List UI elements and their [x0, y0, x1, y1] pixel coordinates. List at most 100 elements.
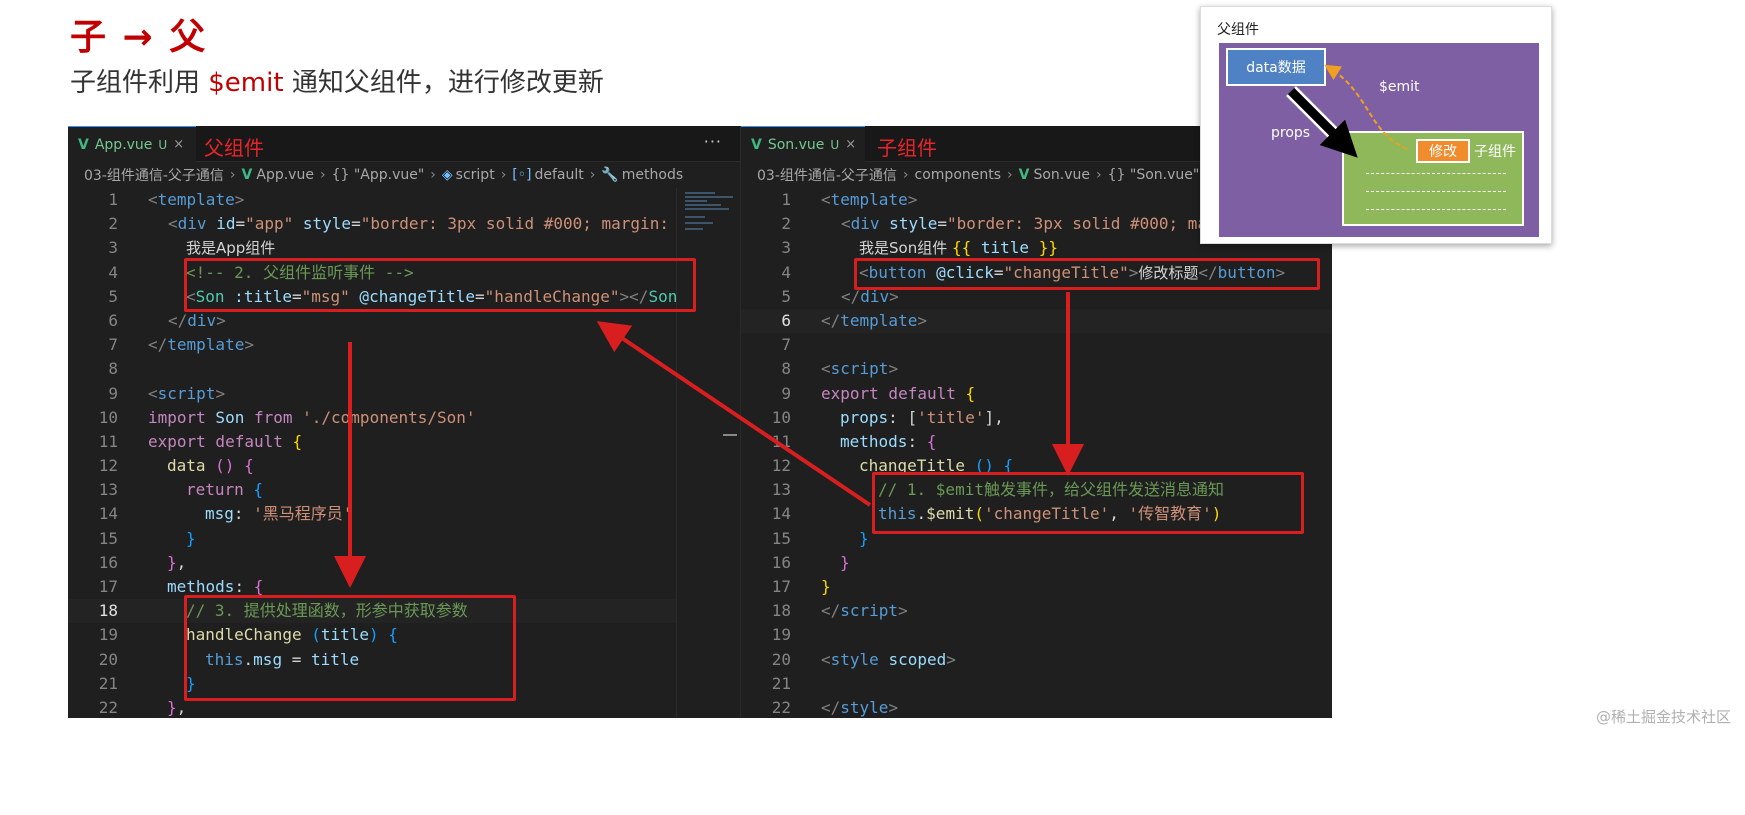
props-arrow-inner [1287, 87, 1358, 158]
code-line: 1 <template> [68, 188, 740, 212]
code-line: 11 methods: { [741, 430, 1332, 454]
code-line: 10 props: ['title'], [741, 406, 1332, 430]
line-number: 8 [108, 359, 118, 379]
code-line: 6 </template> [741, 308, 1332, 334]
line-number: 15 [98, 528, 118, 548]
brackets-icon: [◦] [512, 167, 532, 183]
line-number-active: 18 [98, 601, 118, 621]
breadcrumb: 03-组件通信-父子通信 › V App.vue › {} "App.vue" › ◈ s… [84, 165, 684, 185]
highlight-emit-call [872, 472, 1304, 534]
close-tab-icon[interactable]: × [845, 137, 856, 152]
line-number: 17 [771, 577, 791, 596]
code-line: 18 </script> [741, 599, 1332, 623]
component-diagram: 父组件 data数据 props $emit 修改 子组件 [1200, 6, 1552, 244]
line-number: 5 [108, 286, 118, 306]
code-line: 6 </div> [68, 309, 740, 333]
line-number: 15 [771, 528, 791, 548]
vue-file-icon: V [241, 167, 253, 183]
line-number: 2 [781, 214, 791, 234]
code-line: 2 <div id="app" style="border: 3px solid … [68, 212, 740, 236]
breadcrumb-components[interactable]: components [915, 167, 1002, 183]
code-line: 19 [741, 623, 1332, 647]
code-line: 17} [741, 575, 1332, 599]
code-line: 21 [741, 672, 1332, 696]
line-number: 14 [771, 504, 791, 524]
child-component-note: 子组件 [877, 136, 937, 160]
code-line: 10 import Son from './components/Son' [68, 406, 740, 430]
vue-file-icon: V [78, 136, 89, 153]
code-line: 16} [741, 551, 1332, 575]
slide-title: 子 → 父 [70, 17, 208, 58]
line-number: 12 [98, 456, 118, 476]
breadcrumb-default[interactable]: default [534, 167, 583, 183]
breadcrumb-file[interactable]: App.vue [256, 167, 314, 183]
code-line: 20 <style scoped> [741, 648, 1332, 672]
line-number: 12 [771, 456, 791, 476]
breadcrumb-folder[interactable]: 03-组件通信-父子通信 [757, 165, 897, 185]
line-number: 9 [781, 383, 791, 403]
line-number: 16 [771, 552, 791, 572]
line-number: 1 [108, 190, 118, 209]
subtitle-emit: $emit [208, 68, 284, 98]
code-line: 8 [68, 357, 740, 381]
diagram-arrows [1286, 64, 1408, 158]
line-number: 10 [771, 407, 791, 427]
code-line: 12 data () { [68, 454, 740, 478]
close-tab-icon[interactable]: × [173, 137, 184, 152]
line-number: 10 [98, 407, 118, 427]
line-number: 2 [108, 214, 118, 234]
tab-label: Son.vue [767, 136, 825, 153]
highlight-child-button [854, 258, 1320, 290]
breadcrumb-module[interactable]: {} "Son.vue" [1108, 167, 1200, 183]
vue-file-icon: V [1018, 167, 1030, 183]
code-line: 8 <script> [741, 357, 1332, 381]
slide-subtitle: 子组件利用 $emit 通知父组件，进行修改更新 [70, 62, 604, 99]
line-number: 6 [108, 310, 118, 330]
line-number: 16 [98, 552, 118, 572]
line-number: 7 [108, 335, 118, 355]
breadcrumb-folder[interactable]: 03-组件通信-父子通信 [84, 165, 224, 185]
line-number: 17 [98, 577, 118, 596]
line-number: 13 [98, 480, 118, 500]
line-number: 21 [771, 673, 791, 693]
line-number: 4 [781, 262, 791, 282]
highlight-parent-listener [184, 258, 696, 312]
more-actions-icon[interactable]: ··· [704, 132, 722, 151]
breadcrumb-module[interactable]: {} "App.vue" [332, 167, 425, 183]
breadcrumb-methods[interactable]: methods [622, 167, 683, 183]
code-line: 16}, [68, 551, 740, 575]
diagram-parent-box: data数据 props $emit 修改 子组件 [1219, 43, 1539, 237]
breadcrumb-script[interactable]: script [456, 167, 495, 183]
tab-app-vue[interactable]: V App.vue U × [68, 126, 196, 162]
code-line: 11 export default { [68, 430, 740, 454]
line-number: 1 [781, 190, 791, 209]
line-number: 22 [98, 697, 118, 717]
line-number: 19 [98, 625, 118, 645]
highlight-handler-method [184, 595, 516, 701]
line-number: 8 [781, 359, 791, 379]
line-number: 3 [781, 238, 791, 258]
code-line: 13 return { [68, 478, 740, 502]
code-line: 9 export default { [741, 382, 1332, 406]
diagram-parent-label: 父组件 [1217, 22, 1259, 38]
line-number: 20 [98, 649, 118, 669]
wrench-icon: 🔧 [601, 167, 619, 183]
watermark: @稀土掘金技术社区 [1595, 708, 1731, 726]
git-untracked-badge: U [158, 137, 168, 152]
tab-label: App.vue [94, 136, 153, 153]
line-number: 5 [781, 286, 791, 306]
line-number: 13 [771, 480, 791, 500]
line-number: 3 [108, 238, 118, 258]
parent-component-note: 父组件 [204, 136, 264, 160]
line-number: 14 [98, 504, 118, 524]
vue-file-icon: V [751, 136, 762, 153]
subtitle-pre: 子组件利用 [70, 68, 209, 98]
code-line: 15} [68, 527, 740, 551]
breadcrumb-file[interactable]: Son.vue [1033, 167, 1090, 183]
tab-son-vue[interactable]: V Son.vue U × [741, 126, 865, 162]
line-number: 4 [108, 262, 118, 282]
line-number: 9 [108, 383, 118, 403]
code-line: 3 我是App组件 [68, 236, 740, 260]
cube-icon: ◈ [441, 167, 453, 183]
code-line: 9 <script> [68, 382, 740, 406]
